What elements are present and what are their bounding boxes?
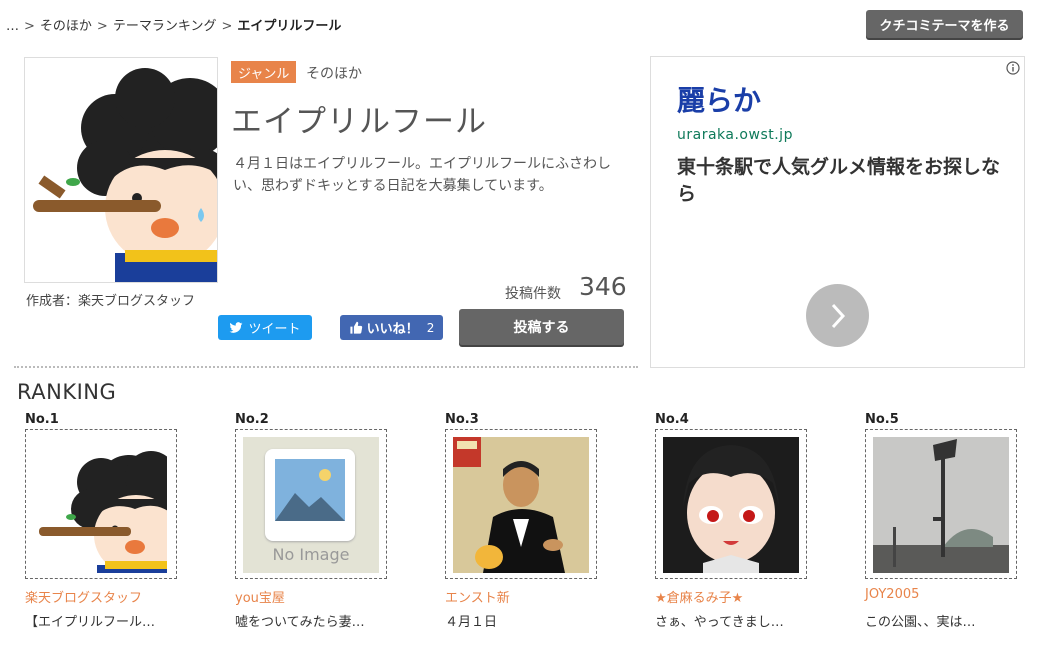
like-label: いいね！	[366, 322, 419, 337]
rank-user[interactable]: ★倉麻るみ子★	[655, 587, 743, 606]
genre-value[interactable]: そのほか	[306, 63, 362, 83]
rank-thumbnail[interactable]	[31, 437, 167, 573]
like-button[interactable]: いいね！ 2	[340, 315, 443, 340]
post-count-label: 投稿件数	[505, 286, 561, 302]
rank-snippet[interactable]: 嘘をついてみたら妻…	[235, 611, 365, 630]
rank-thumbnail[interactable]	[453, 437, 589, 573]
rank-number: No.3	[445, 412, 479, 427]
rank-number: No.2	[235, 412, 269, 427]
ranking-card-3[interactable]: No.3 エンスト新 ４月１日	[445, 412, 605, 652]
ranking-card-4[interactable]: No.4 ★倉麻るみ子★ さぁ、やってきまし…	[655, 412, 815, 652]
breadcrumb-current: エイプリルフール	[237, 19, 342, 34]
ad-url[interactable]: uraraka.owst.jp	[677, 127, 793, 143]
rank-number: No.4	[655, 412, 689, 427]
rank-number: No.5	[865, 412, 899, 427]
rank-user[interactable]: JOY2005	[865, 587, 919, 602]
rank-user[interactable]: エンスト新	[445, 587, 510, 606]
thumbs-up-icon	[350, 321, 362, 334]
post-count: 346	[579, 272, 627, 301]
create-theme-button[interactable]: クチコミテーマを作る	[866, 10, 1023, 38]
ad-text[interactable]: 東十条駅で人気グルメ情報をお探しなら	[677, 154, 1007, 208]
rank-snippet[interactable]: さぁ、やってきまし…	[655, 611, 784, 630]
breadcrumb-item-prev[interactable]: …	[6, 19, 19, 34]
ranking-heading: RANKING	[17, 380, 117, 404]
rank-snippet[interactable]: この公園、、実は…	[865, 611, 976, 630]
ranking-card-2[interactable]: No.2 No Image you宝屋 嘘をついてみたら妻…	[235, 412, 395, 652]
like-count: 2	[426, 320, 435, 335]
rank-number: No.1	[25, 412, 59, 427]
theme-description: ４月１日はエイプリルフール。エイプリルフールにふさわしい、思わずドキッとする日記…	[233, 156, 611, 194]
twitter-bird-icon	[230, 321, 243, 333]
ad-arrow-button[interactable]	[806, 284, 869, 347]
chevron-right-icon	[831, 303, 845, 328]
ranking-card-5[interactable]: No.5 JOY2005 この公園、、実は…	[865, 412, 1025, 652]
ad-panel[interactable]: 麗らか uraraka.owst.jp 東十条駅で人気グルメ情報をお探しなら	[650, 56, 1025, 368]
info-icon[interactable]	[1006, 61, 1020, 75]
rank-snippet[interactable]: 【エイプリルフール…	[25, 611, 155, 630]
tweet-label: ツイート	[248, 322, 301, 337]
rank-user[interactable]: you宝屋	[235, 587, 285, 606]
breadcrumb-item-theme-ranking[interactable]: テーマランキング	[113, 19, 217, 34]
post-button[interactable]: 投稿する	[459, 309, 624, 345]
breadcrumb-item-other[interactable]: そのほか	[40, 19, 92, 34]
image-placeholder-icon	[275, 459, 345, 521]
tweet-button[interactable]: ツイート	[218, 315, 312, 340]
breadcrumb: … > そのほか > テーマランキング > エイプリルフール	[6, 19, 342, 34]
no-image-card	[265, 449, 355, 541]
rank-thumbnail[interactable]: No Image	[243, 437, 379, 573]
rank-snippet[interactable]: ４月１日	[445, 611, 497, 630]
ranking-card-1[interactable]: No.1 楽天ブログスタッフ 【エイプリルフール…	[25, 412, 185, 652]
rank-thumbnail[interactable]	[663, 437, 799, 573]
theme-title: エイプリルフール	[231, 104, 487, 140]
theme-author: 作成者：楽天ブログスタッフ	[26, 294, 196, 309]
rank-thumbnail[interactable]	[873, 437, 1009, 573]
rank-user[interactable]: 楽天ブログスタッフ	[25, 587, 142, 606]
genre-badge: ジャンル	[231, 61, 297, 83]
divider	[14, 366, 638, 368]
no-image-label: No Image	[272, 545, 350, 564]
ad-title[interactable]: 麗らか	[677, 79, 761, 119]
theme-image	[25, 58, 217, 282]
